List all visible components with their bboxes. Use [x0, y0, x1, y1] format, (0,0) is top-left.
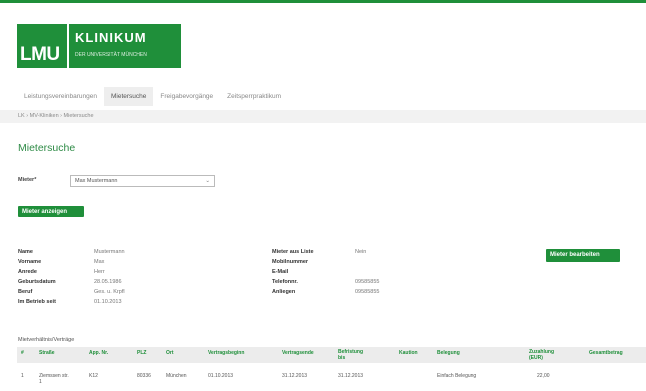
contracts-table-header: # Straße App. Nr. PLZ Ort Vertragsbeginn… — [17, 347, 646, 363]
cell-plz: 80336 — [137, 373, 151, 379]
info-label-geburtsdatum: Geburtsdatum — [18, 279, 56, 285]
info-value-anliegen: 09585855 — [355, 289, 380, 295]
info-label-name: Name — [18, 249, 33, 255]
column-header-kaution[interactable]: Kaution — [399, 350, 418, 356]
column-header-befristung[interactable]: Befristung bis — [338, 349, 368, 361]
info-value-name: Mustermann — [94, 249, 125, 255]
edit-tenant-button[interactable]: Mieter bearbeiten — [546, 249, 620, 262]
info-label-telefonnr: Telefonnr. — [272, 279, 298, 285]
column-header-vertragsbeginn[interactable]: Vertragsbeginn — [208, 350, 244, 356]
logo-lmu-text: LMU — [20, 44, 60, 65]
nav-item-freigabevorgaenge[interactable]: Freigabevorgänge — [153, 87, 220, 106]
logo-klinikum-text: KLINIKUM — [75, 30, 147, 45]
cell-vertragsbeginn: 01.10.2013 — [208, 373, 234, 379]
logo-subtitle: DER UNIVERSITÄT MÜNCHEN — [75, 52, 147, 58]
info-value-im-betrieb-seit: 01.10.2013 — [94, 299, 122, 305]
page-title: Mietersuche — [18, 142, 76, 154]
cell-zuzahlung: 22,00 — [537, 373, 550, 379]
info-label-mieter-aus-liste: Mieter aus Liste — [272, 249, 314, 255]
tenant-field-label: Mieter* — [18, 177, 37, 183]
tenant-select[interactable]: Max Mustermann ⌄ — [70, 175, 215, 187]
top-accent-line — [0, 0, 646, 3]
cell-vertragsende: 31.12.2013 — [282, 373, 308, 379]
info-label-vorname: Vorname — [18, 259, 42, 265]
info-value-anrede: Herr — [94, 269, 105, 275]
info-label-mobilnummer: Mobilnummer — [272, 259, 309, 265]
info-value-vorname: Max — [94, 259, 105, 265]
table-row[interactable]: 1 Ziemssen str. 1 K12 80336 München 01.1… — [17, 373, 646, 391]
show-tenant-button[interactable]: Mieter anzeigen — [18, 206, 84, 217]
main-nav: Leistungsvereinbarungen Mietersuche Frei… — [17, 86, 646, 106]
info-value-telefonnr: 09585855 — [355, 279, 380, 285]
info-label-anrede: Anrede — [18, 269, 37, 275]
info-value-geburtsdatum: 28.05.1986 — [94, 279, 122, 285]
logo-lmu-block: LMU — [17, 24, 67, 68]
nav-item-mietersuche[interactable]: Mietersuche — [104, 86, 154, 106]
nav-item-leistungsvereinbarungen[interactable]: Leistungsvereinbarungen — [17, 87, 104, 106]
breadcrumb-bar: LK › MV-Kliniken › Mietersuche — [0, 110, 646, 123]
cell-ort: München — [166, 373, 187, 379]
breadcrumb[interactable]: LK › MV-Kliniken › Mietersuche — [18, 113, 94, 119]
chevron-down-icon: ⌄ — [205, 178, 210, 184]
logo-klinikum-block: KLINIKUM DER UNIVERSITÄT MÜNCHEN — [69, 24, 181, 68]
info-value-beruf: Ges. u. Krpfl — [94, 289, 125, 295]
column-header-index[interactable]: # — [21, 350, 24, 356]
info-value-mieter-aus-liste: Nein — [355, 249, 367, 255]
column-header-gesamtbetrag[interactable]: Gesamtbetrag — [589, 350, 623, 356]
cell-strasse: Ziemssen str. 1 — [39, 373, 69, 385]
cell-app-nr: K12 — [89, 373, 98, 379]
column-header-zuzahlung[interactable]: Zuzahlung (EUR) — [529, 349, 561, 361]
cell-befristung: 31.12.2013 — [338, 373, 364, 379]
tenant-select-value: Max Mustermann — [75, 178, 118, 184]
nav-item-zeitsperrpraktikum[interactable]: Zeitsperrpraktikum — [220, 87, 288, 106]
column-header-ort[interactable]: Ort — [166, 350, 174, 356]
info-label-beruf: Beruf — [18, 289, 33, 295]
cell-belegung: Einfach Belegung — [437, 373, 477, 379]
lmu-klinikum-logo[interactable]: LMU KLINIKUM DER UNIVERSITÄT MÜNCHEN — [17, 24, 181, 68]
column-header-belegung[interactable]: Belegung — [437, 350, 460, 356]
column-header-strasse[interactable]: Straße — [39, 350, 55, 356]
cell-index: 1 — [21, 373, 24, 379]
info-label-email: E-Mail — [272, 269, 289, 275]
info-label-anliegen: Anliegen — [272, 289, 296, 295]
info-label-im-betrieb-seit: Im Betrieb seit — [18, 299, 56, 305]
column-header-vertragsende[interactable]: Vertragsende — [282, 350, 314, 356]
contracts-section-title: Mietverhältnis/Verträge — [18, 337, 75, 343]
column-header-app-nr[interactable]: App. Nr. — [89, 350, 108, 356]
column-header-plz[interactable]: PLZ — [137, 350, 146, 356]
